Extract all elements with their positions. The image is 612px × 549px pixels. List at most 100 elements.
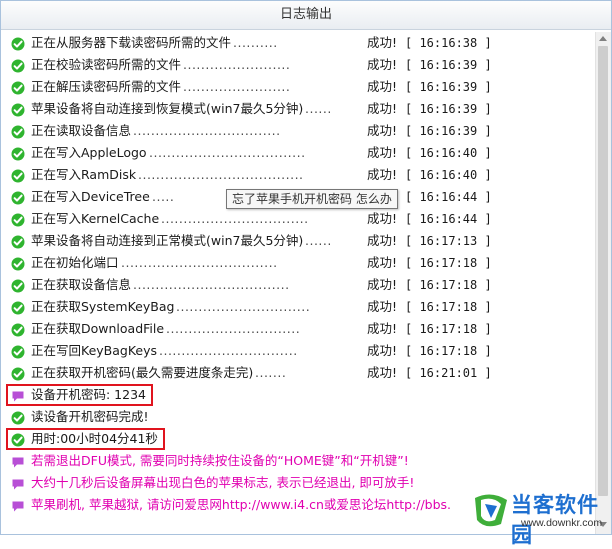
success-check-icon <box>11 300 25 315</box>
log-timestamp: [ 16:17:18 ] <box>405 300 492 314</box>
log-timestamp: [ 16:17:18 ] <box>405 344 492 358</box>
watermark: 当客软件园 www.downkr.com <box>471 486 612 547</box>
log-timestamp: [ 16:21:01 ] <box>405 366 492 380</box>
log-result: 成功! <box>367 365 398 380</box>
log-message: 苹果设备将自动连接到恢复模式(win7最久5分钟) <box>31 101 304 116</box>
log-message: 正在从服务器下载读密码所需的文件 <box>31 35 232 50</box>
log-row: 正在写回KeyBagKeys..........................… <box>5 340 593 362</box>
log-list[interactable]: 正在从服务器下载读密码所需的文件.......... 成功! [ 16:16:38 … <box>5 32 593 522</box>
log-row: 正在获取开机密码(最久需要进度条走完)....... 成功! [ 16:21:01 … <box>5 362 593 384</box>
log-row: 正在校验读密码所需的文件........................ 成功! [… <box>5 54 593 76</box>
log-message: 正在初始化端口 <box>31 255 119 270</box>
log-message: 正在获取DownloadFile <box>31 321 165 336</box>
log-row: 苹果设备将自动连接到恢复模式(win7最久5分钟)...... 成功! [ 16:1… <box>5 98 593 120</box>
log-timestamp: [ 16:16:39 ] <box>405 102 492 116</box>
log-row: 正在写入AppleLogo...........................… <box>5 142 593 164</box>
log-row: 正在初始化端口.................................… <box>5 252 593 274</box>
vertical-scrollbar[interactable] <box>595 32 611 534</box>
window-title: 日志输出 <box>1 1 611 30</box>
watermark-url: www.downkr.com <box>521 517 603 529</box>
log-timestamp: [ 16:17:18 ] <box>405 322 492 336</box>
log-timestamp: [ 16:16:44 ] <box>405 212 492 226</box>
message-bubble-icon <box>11 498 25 512</box>
log-message: 正在获取设备信息 <box>31 277 132 292</box>
log-message: 正在写入RamDisk <box>31 167 137 182</box>
message-bubble-icon <box>11 476 25 490</box>
log-result: 成功! <box>367 101 398 116</box>
log-row: 正在获取SystemKeyBag........................… <box>5 296 593 318</box>
success-check-icon <box>11 410 25 425</box>
log-leader-dots: ............................... <box>159 343 298 358</box>
success-check-icon <box>11 344 25 359</box>
log-result: 成功! <box>367 321 398 336</box>
log-leader-dots: .......... <box>233 35 278 50</box>
log-leader-dots: ................................. <box>133 123 281 138</box>
log-message: 正在写回KeyBagKeys <box>31 343 158 358</box>
log-leader-dots: .............................. <box>166 321 301 336</box>
log-timestamp: [ 16:16:38 ] <box>405 36 492 50</box>
log-message: 正在读取设备信息 <box>31 123 132 138</box>
success-check-icon <box>11 322 25 337</box>
log-row: 正在写入KernelCache.........................… <box>5 208 593 230</box>
success-check-icon <box>11 278 25 293</box>
log-leader-dots: ....... <box>255 365 287 380</box>
log-message: 苹果设备将自动连接到正常模式(win7最久5分钟) <box>31 233 304 248</box>
log-message: 正在解压读密码所需的文件 <box>31 79 182 94</box>
log-result: 成功! <box>367 255 398 270</box>
scroll-thumb[interactable] <box>598 46 608 496</box>
log-message: 正在写入KernelCache <box>31 211 160 226</box>
log-row: 正在获取设备信息................................… <box>5 274 593 296</box>
log-leader-dots: ................................... <box>133 277 290 292</box>
log-leader-dots: ................................... <box>121 255 278 270</box>
log-timestamp: [ 16:16:39 ] <box>405 80 492 94</box>
success-check-icon <box>11 36 25 51</box>
message-bubble-icon <box>11 454 25 468</box>
log-result: 成功! <box>367 343 398 358</box>
log-row: 用时:00小时04分41秒 <box>5 428 593 450</box>
log-message: 正在获取SystemKeyBag <box>31 299 175 314</box>
log-result: 成功! <box>367 167 398 182</box>
success-check-icon <box>11 234 25 249</box>
log-leader-dots: ................................. <box>161 211 309 226</box>
log-timestamp: [ 16:16:40 ] <box>405 168 492 182</box>
log-message: 正在获取开机密码(最久需要进度条走完) <box>31 365 254 380</box>
log-timestamp: [ 16:17:13 ] <box>405 234 492 248</box>
success-check-icon <box>11 190 25 205</box>
log-result: 成功! <box>367 299 398 314</box>
success-check-icon <box>11 58 25 73</box>
downkr-logo-icon <box>475 494 507 527</box>
log-row: 正在写入RamDisk.............................… <box>5 164 593 186</box>
log-leader-dots: ..................................... <box>138 167 304 182</box>
log-result: 成功! <box>367 277 398 292</box>
log-message: 正在写入AppleLogo <box>31 145 147 160</box>
log-message: 正在校验读密码所需的文件 <box>31 57 182 72</box>
log-row: 苹果设备将自动连接到正常模式(win7最久5分钟)...... 成功! [ 16:1… <box>5 230 593 252</box>
log-leader-dots: ........................ <box>183 57 291 72</box>
log-message: 读设备开机密码完成! <box>31 409 149 424</box>
tooltip: 忘了苹果手机开机密码 怎么办 <box>226 189 398 209</box>
scroll-up-arrow-icon[interactable] <box>599 36 607 41</box>
success-check-icon <box>11 212 25 227</box>
log-leader-dots: ...... <box>305 101 332 116</box>
log-leader-dots: ...... <box>305 233 332 248</box>
log-timestamp: [ 16:17:18 ] <box>405 278 492 292</box>
log-row: 正在获取DownloadFile........................… <box>5 318 593 340</box>
log-row: 正在从服务器下载读密码所需的文件.......... 成功! [ 16:16:38 … <box>5 32 593 54</box>
success-check-icon <box>11 146 25 161</box>
log-message: 苹果刷机, 苹果越狱, 请访问爱思网http://www.i4.cn或爱思论坛h… <box>31 497 452 512</box>
success-check-icon <box>11 256 25 271</box>
highlight-box <box>6 428 165 450</box>
log-row: 读设备开机密码完成! <box>5 406 593 428</box>
success-check-icon <box>11 168 25 183</box>
log-row: 若需退出DFU模式, 需要同时持续按住设备的“HOME键”和“开机键”! <box>5 450 593 472</box>
log-result: 成功! <box>367 211 398 226</box>
log-result: 成功! <box>367 145 398 160</box>
log-result: 成功! <box>367 79 398 94</box>
log-timestamp: [ 16:16:39 ] <box>405 124 492 138</box>
success-check-icon <box>11 366 25 381</box>
log-window: 日志输出 正在从服务器下载读密码所需的文件.......... 成功! [ 16:1… <box>0 0 612 547</box>
log-message: 大约十几秒后设备屏幕出现白色的苹果标志, 表示已经退出, 即可放手! <box>31 475 415 490</box>
log-timestamp: [ 16:16:40 ] <box>405 146 492 160</box>
log-leader-dots: ........................ <box>183 79 291 94</box>
log-leader-dots: .............................. <box>176 299 311 314</box>
